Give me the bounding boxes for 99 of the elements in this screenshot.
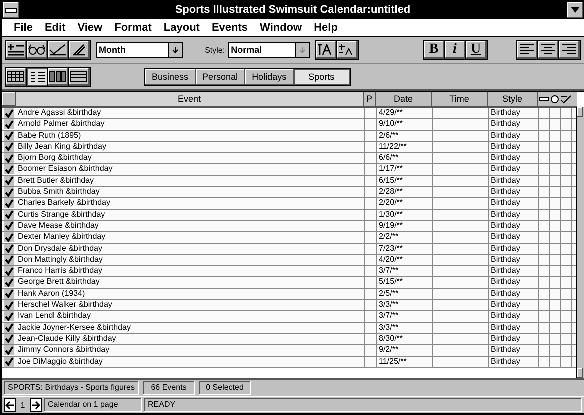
event-cell: Brett Butler &birthday bbox=[16, 176, 365, 186]
event-cell: Curtis Strange &birthday bbox=[16, 210, 365, 220]
underline-button[interactable]: U bbox=[466, 41, 487, 59]
style-cell: Birthday bbox=[489, 176, 539, 186]
page-number: 1 bbox=[20, 400, 26, 410]
style-cell: Birthday bbox=[489, 142, 539, 152]
event-cell: Don Drysdale &birthday bbox=[16, 244, 365, 254]
status-text: SPORTS: Birthdays - Sports figures bbox=[4, 381, 140, 395]
style-dropdown[interactable]: Normal bbox=[228, 42, 310, 58]
menu-item[interactable]: View bbox=[72, 22, 109, 34]
date-cell: 6/15/** bbox=[377, 176, 433, 186]
style-cell: Birthday bbox=[489, 277, 539, 288]
category-tab[interactable]: Personal bbox=[196, 69, 246, 85]
menu-item[interactable]: Events bbox=[206, 22, 254, 34]
menu-item[interactable]: File bbox=[8, 22, 39, 34]
column-header[interactable]: Style bbox=[488, 92, 538, 106]
date-cell: 3/7/** bbox=[377, 311, 433, 322]
event-cell: Hank Aaron (1934) bbox=[16, 288, 365, 300]
menu-item[interactable]: Format bbox=[108, 22, 158, 34]
style-cell: Birthday bbox=[489, 187, 539, 198]
menu-item[interactable]: Help bbox=[308, 22, 344, 34]
category-tab[interactable]: Holidays bbox=[245, 69, 294, 85]
event-cell: Jean-Claude Killy &birthday bbox=[16, 334, 365, 344]
event-cell: Ivan Lendl &birthday bbox=[16, 311, 365, 322]
event-cell: Andre Agassi &birthday bbox=[16, 108, 365, 118]
category-tab[interactable]: Sports bbox=[294, 69, 350, 85]
style-cell: Birthday bbox=[489, 356, 539, 367]
style-cell: Birthday bbox=[489, 198, 539, 209]
style-cell: Birthday bbox=[489, 119, 539, 130]
date-cell: 6/6/** bbox=[377, 153, 433, 164]
style-cell: Birthday bbox=[489, 322, 539, 333]
style-cell: Birthday bbox=[489, 220, 539, 232]
column-header[interactable]: Date bbox=[376, 92, 432, 106]
style-cell: Birthday bbox=[489, 288, 539, 300]
menu-item[interactable]: Layout bbox=[158, 22, 206, 34]
event-cell: Bjorn Borg &birthday bbox=[16, 153, 365, 164]
date-cell: 4/29/** bbox=[377, 108, 433, 118]
date-cell: 11/22/** bbox=[377, 142, 433, 152]
date-cell: 2/28/** bbox=[377, 187, 433, 198]
date-cell: 2/5/** bbox=[377, 288, 433, 300]
event-cell: Jimmy Connors &birthday bbox=[16, 345, 365, 356]
style-cell: Birthday bbox=[489, 311, 539, 322]
column-header[interactable]: Time bbox=[432, 92, 488, 106]
event-cell: Billy Jean King &birthday bbox=[16, 142, 365, 152]
date-cell: 9/19/** bbox=[377, 220, 433, 232]
style-label: Style: bbox=[205, 46, 226, 54]
window-title: Sports Illustrated Swimsuit Calendar:untitled bbox=[174, 4, 412, 16]
style-cell: Birthday bbox=[489, 300, 539, 310]
date-cell: 1/30/** bbox=[377, 210, 433, 220]
style-cell: Birthday bbox=[489, 153, 539, 164]
event-cell: George Brett &birthday bbox=[16, 277, 365, 288]
date-cell: 2/20/** bbox=[377, 198, 433, 209]
date-cell: 3/3/** bbox=[377, 300, 433, 310]
date-cell: 8/30/** bbox=[377, 334, 433, 344]
event-cell: Dave Mease &birthday bbox=[16, 220, 365, 232]
event-cell: Jackie Joyner-Kersee &birthday bbox=[16, 322, 365, 333]
bold-button[interactable]: B bbox=[424, 41, 445, 59]
status-text: 66 Events bbox=[143, 381, 196, 395]
style-cell: Birthday bbox=[489, 210, 539, 220]
style-cell: Birthday bbox=[489, 334, 539, 344]
italic-button[interactable]: i bbox=[445, 41, 466, 59]
event-cell: Dexter Manley &birthday bbox=[16, 232, 365, 243]
event-cell: Joe DiMaggio &birthday bbox=[16, 356, 365, 367]
style-cell: Birthday bbox=[489, 244, 539, 254]
date-cell: 2/2/** bbox=[377, 232, 433, 243]
date-cell: 9/10/** bbox=[377, 119, 433, 130]
date-cell: 1/17/** bbox=[377, 164, 433, 175]
event-cell: Herschel Walker &birthday bbox=[16, 300, 365, 310]
date-cell: 3/3/** bbox=[377, 322, 433, 333]
event-cell: Babe Ruth (1895) bbox=[16, 130, 365, 141]
style-cell: Birthday bbox=[489, 345, 539, 356]
event-cell: Arnold Palmer &birthday bbox=[16, 119, 365, 130]
menu-item[interactable]: Edit bbox=[38, 22, 72, 34]
date-cell: 5/15/** bbox=[377, 277, 433, 288]
category-tab[interactable]: Business bbox=[145, 69, 196, 85]
view-dropdown[interactable]: Month bbox=[96, 42, 184, 58]
ready-status: READY bbox=[144, 398, 582, 412]
event-cell: Don Mattingly &birthday bbox=[16, 254, 365, 266]
date-cell: 2/6/** bbox=[377, 130, 433, 141]
date-cell: 3/7/** bbox=[377, 266, 433, 276]
style-cell: Birthday bbox=[489, 266, 539, 276]
event-cell: Franco Harris &birthday bbox=[16, 266, 365, 276]
column-header[interactable]: Event bbox=[16, 92, 364, 106]
date-cell: 7/23/** bbox=[377, 244, 433, 254]
style-cell: Birthday bbox=[489, 254, 539, 266]
event-cell: Boomer Esiason &birthday bbox=[16, 164, 365, 175]
style-cell: Birthday bbox=[489, 130, 539, 141]
column-header[interactable]: P bbox=[364, 92, 376, 106]
status-text: 0 Selected bbox=[199, 381, 252, 395]
style-cell: Birthday bbox=[489, 164, 539, 175]
page-count-label: Calendar on 1 page bbox=[44, 398, 142, 412]
date-cell: 9/2/** bbox=[377, 345, 433, 356]
date-cell: 11/25/** bbox=[377, 356, 433, 367]
event-cell: Bubba Smith &birthday bbox=[16, 187, 365, 198]
date-cell: 4/20/** bbox=[377, 254, 433, 266]
event-cell: Charles Barkely &birthday bbox=[16, 198, 365, 209]
style-cell: Birthday bbox=[489, 108, 539, 118]
menu-item[interactable]: Window bbox=[254, 22, 308, 34]
style-cell: Birthday bbox=[489, 232, 539, 243]
